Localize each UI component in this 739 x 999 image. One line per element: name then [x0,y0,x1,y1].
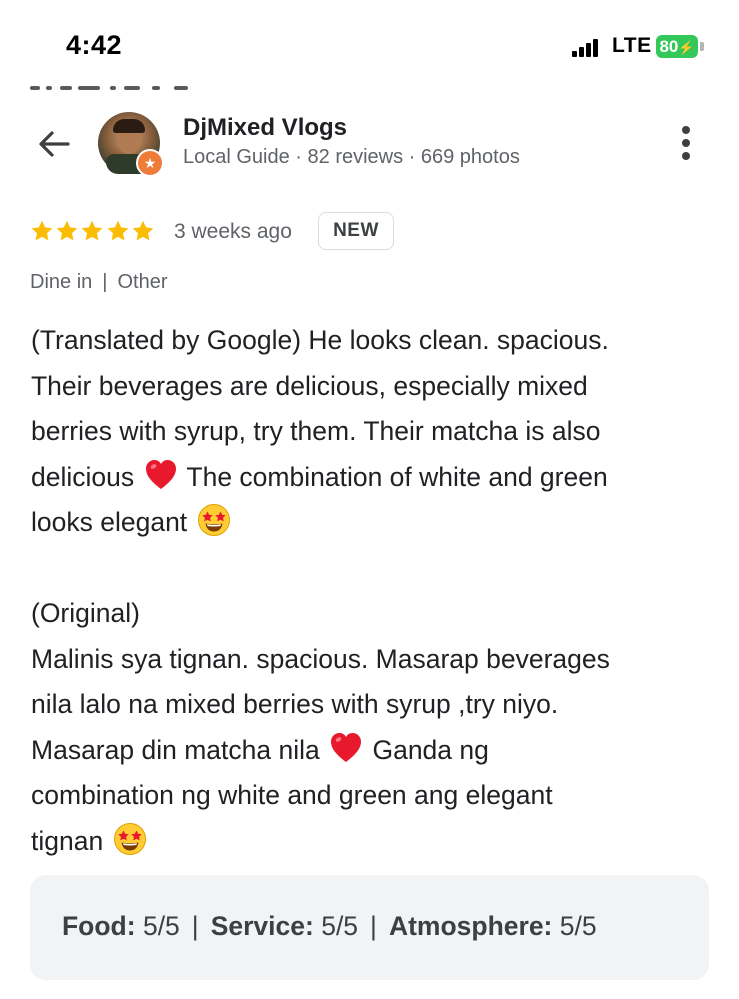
tag-dine-in: Dine in [30,271,93,293]
star-icon [82,220,103,241]
local-guide-badge-icon: ★ [136,149,164,177]
star-struck-emoji-icon [113,822,146,855]
star-icon [107,220,128,241]
signal-strength-icon [572,39,602,57]
star-rating [30,219,156,245]
battery-tip [700,42,704,51]
more-options-button[interactable] [672,124,700,164]
service-rating: 5/5 [321,911,359,941]
battery-icon: 80⚡ [656,35,698,58]
review-time: 3 weeks ago [174,220,292,243]
food-label: Food: [62,911,136,941]
service-label: Service: [210,911,314,941]
review-tags: Dine in | Other [30,271,168,294]
status-bar: 4:42 LTE 80⚡ [0,0,739,80]
original-line: combination ng white and green ang elega… [31,780,553,810]
more-vert-icon [682,126,690,134]
network-type: LTE [612,34,652,57]
arrow-back-icon [39,131,70,157]
translated-line: (Translated by Google) He looks clean. s… [31,325,609,355]
translated-line: delicious The combination of white and g… [31,455,721,501]
star-icon [132,220,154,241]
original-line: nila lalo na mixed berries with syrup ,t… [31,689,559,719]
original-line: Masarap din matcha nila Ganda ng [31,728,721,774]
translated-line: Their beverages are delicious, especiall… [31,370,588,401]
original-line: tignan [31,819,721,865]
author-name[interactable]: DjMixed Vlogs [183,114,347,142]
new-badge: NEW [318,212,394,250]
attribute-ratings: Food: 5/5 | Service: 5/5 | Atmosphere: 5/5 [30,875,709,980]
tag-other: Other [117,271,168,293]
food-rating: 5/5 [142,911,180,941]
red-heart-emoji-icon [331,732,362,762]
battery-level: 80 [659,37,679,56]
translated-line: looks elegant [31,500,721,546]
tag-divider: | [102,271,108,293]
back-button[interactable] [34,124,74,164]
star-struck-emoji-icon [197,504,230,536]
translated-line: berries with syrup, try them. Their matc… [31,416,601,446]
original-label: (Original) [31,598,140,628]
star-icon [31,220,53,241]
status-time: 4:42 [66,30,123,60]
star-icon [56,220,78,241]
author-meta: Local Guide · 82 reviews · 669 photos [183,146,520,168]
red-heart-emoji-icon [145,459,176,489]
original-line: Malinis sya tignan. spacious. Masarap be… [31,643,610,674]
scrolled-content-edge [30,86,200,92]
atmosphere-label: Atmosphere: [388,911,553,941]
review-body: (Translated by Google) He looks clean. s… [31,318,721,864]
atmosphere-rating: 5/5 [559,911,597,941]
